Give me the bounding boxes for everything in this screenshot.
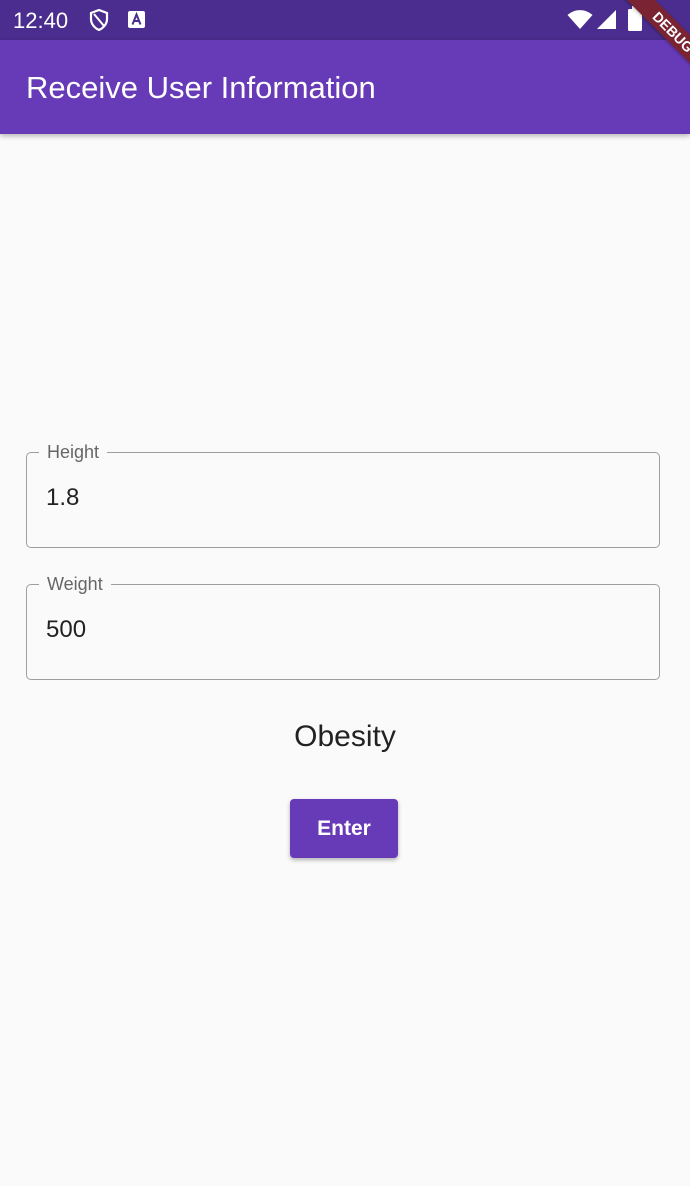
height-field-label: Height (39, 441, 108, 463)
height-input[interactable] (46, 483, 636, 513)
weight-field-label: Weight (39, 573, 111, 595)
weight-field[interactable]: Weight (26, 573, 660, 680)
a-badge-icon (128, 11, 145, 28)
app-bar: Receive User Information (0, 40, 690, 134)
debug-banner: DEBUG (590, 0, 690, 100)
page-title: Receive User Information (26, 70, 376, 105)
weight-input[interactable] (46, 615, 636, 645)
enter-button[interactable]: Enter (290, 799, 398, 858)
shield-icon (89, 9, 109, 31)
height-field[interactable]: Height (26, 441, 660, 548)
status-bar: 12:40 (0, 0, 690, 40)
result-text: Obesity (294, 720, 396, 753)
debug-banner-label: DEBUG (619, 0, 690, 86)
status-time: 12:40 (13, 8, 69, 33)
